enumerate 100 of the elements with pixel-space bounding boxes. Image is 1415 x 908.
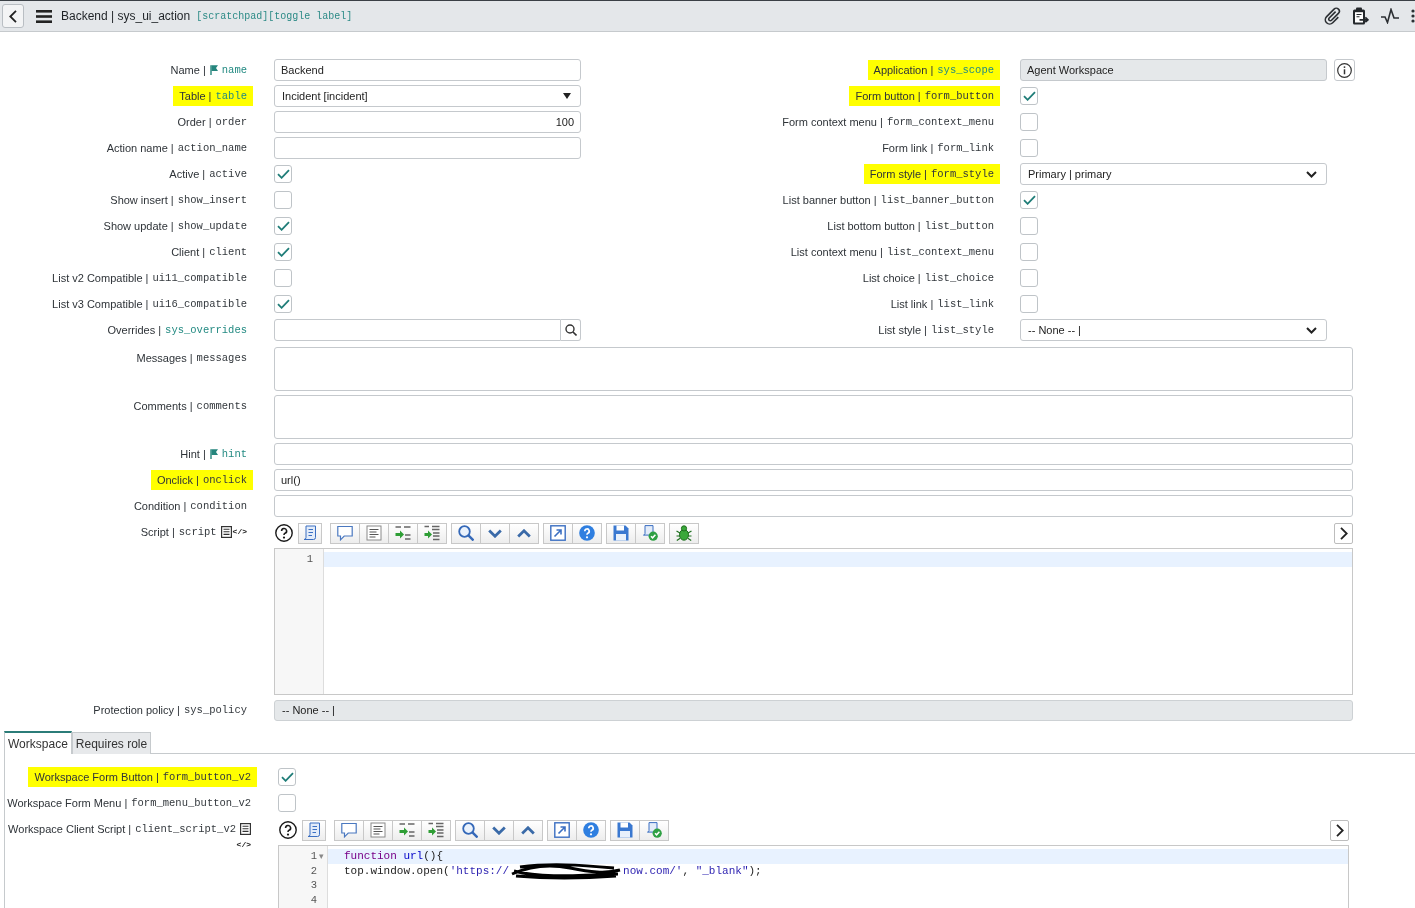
textarea-field[interactable]	[274, 395, 1353, 439]
replace-button[interactable]	[388, 522, 418, 544]
text-lines-button[interactable]	[359, 522, 389, 544]
back-button[interactable]	[2, 4, 24, 28]
help-icon[interactable]	[279, 821, 297, 839]
checkbox[interactable]	[1020, 113, 1038, 131]
search-button[interactable]	[561, 319, 581, 341]
info-button[interactable]	[1334, 59, 1355, 81]
menu-icon[interactable]	[36, 9, 52, 23]
replace-all-icon	[428, 822, 444, 838]
tab[interactable]: Workspace	[4, 731, 72, 754]
caret-icon	[563, 93, 571, 99]
format-button[interactable]	[298, 522, 322, 544]
dropdown-field[interactable]: Incident [incident]	[274, 85, 581, 107]
checkbox[interactable]	[1020, 191, 1038, 209]
dropdown-field[interactable]: Primary | primary	[1020, 163, 1327, 185]
field-label: Active |	[169, 167, 206, 182]
checkbox[interactable]	[1020, 217, 1038, 235]
tab[interactable]: Requires role	[71, 732, 152, 754]
search-button[interactable]	[451, 522, 481, 544]
reference-field[interactable]	[274, 319, 561, 341]
previous-match-button[interactable]	[509, 522, 539, 544]
checkbox[interactable]	[278, 794, 296, 812]
paperclip-icon[interactable]	[1323, 7, 1341, 25]
checkbox[interactable]	[1020, 243, 1038, 261]
field-name: list_link	[937, 297, 994, 312]
field-name: ui11_compatible	[152, 271, 247, 286]
document-icon[interactable]	[240, 823, 251, 835]
fullscreen-button[interactable]	[543, 522, 573, 544]
checkbox[interactable]	[1020, 87, 1038, 105]
replace-button[interactable]	[392, 819, 422, 841]
next-match-button[interactable]	[484, 819, 514, 841]
field-label: Name |	[170, 63, 206, 78]
field-label: Show update |	[103, 219, 174, 234]
checkbox[interactable]	[274, 191, 292, 209]
chevron-down-icon	[1306, 326, 1317, 334]
code-editor[interactable]: 1 ▾ 2 3 4 function url(){ top.window.open('https:// now.com/', "_blank");	[278, 845, 1349, 908]
help-button[interactable]	[572, 522, 602, 544]
pulse-icon[interactable]	[1380, 8, 1400, 24]
debug-button[interactable]	[669, 522, 699, 544]
header-link[interactable]: [toggle label]	[268, 10, 353, 22]
syntax-check-button[interactable]	[639, 819, 669, 841]
field-label: List v2 Compatible |	[52, 271, 149, 286]
field-label: Form button |	[855, 89, 921, 104]
checkbox[interactable]	[278, 768, 296, 786]
replace-all-button[interactable]	[421, 819, 451, 841]
expand-icon	[554, 822, 570, 838]
text-field[interactable]	[274, 443, 1353, 465]
field-label: Form link |	[882, 141, 934, 156]
code-toggle-link[interactable]: </>	[236, 837, 251, 853]
code-token: 'https://	[449, 863, 510, 878]
save-button[interactable]	[610, 819, 640, 841]
text-field[interactable]	[274, 495, 1353, 517]
next-match-button[interactable]	[480, 522, 510, 544]
number-field[interactable]: 100	[274, 111, 581, 133]
text-field[interactable]: url()	[274, 469, 1353, 491]
dropdown-field[interactable]: -- None -- |	[1020, 319, 1327, 341]
help-icon	[583, 822, 599, 838]
scroll-check-icon	[646, 822, 662, 838]
comment-button[interactable]	[330, 522, 360, 544]
field-name: client	[209, 245, 247, 260]
code-editor[interactable]: 1	[274, 548, 1353, 695]
clipboard-icon[interactable]	[1352, 7, 1369, 25]
help-icon	[579, 525, 595, 541]
fullscreen-button[interactable]	[547, 819, 577, 841]
toolbar-toggle-button[interactable]	[1334, 522, 1353, 544]
checkbox[interactable]	[1020, 139, 1038, 157]
checkbox[interactable]	[274, 243, 292, 261]
replace-all-button[interactable]	[417, 522, 447, 544]
checkbox[interactable]	[1020, 295, 1038, 313]
comment-button[interactable]	[334, 819, 364, 841]
text-field[interactable]	[274, 137, 581, 159]
save-button[interactable]	[606, 522, 636, 544]
format-button[interactable]	[302, 819, 326, 841]
checkbox[interactable]	[274, 165, 292, 183]
syntax-check-button[interactable]	[635, 522, 665, 544]
more-icon[interactable]	[1411, 8, 1415, 24]
previous-match-button[interactable]	[513, 819, 543, 841]
toolbar-toggle-button[interactable]	[1330, 819, 1349, 841]
text-field[interactable]: Backend	[274, 59, 581, 81]
readonly-field[interactable]: Agent Workspace	[1020, 59, 1327, 81]
checkbox[interactable]	[1020, 269, 1038, 287]
chevron-up-icon	[521, 825, 535, 835]
checkbox[interactable]	[274, 295, 292, 313]
field-label: List link |	[890, 297, 934, 312]
code-toggle-link[interactable]: </>	[232, 524, 247, 540]
field-label: Condition |	[133, 499, 187, 514]
text-lines-button[interactable]	[363, 819, 393, 841]
checkbox[interactable]	[274, 269, 292, 287]
search-button[interactable]	[455, 819, 485, 841]
help-button[interactable]	[576, 819, 606, 841]
field-name: ui16_compatible	[152, 297, 247, 312]
readonly-field[interactable]: -- None -- |	[274, 699, 1353, 721]
chevron-right-icon	[1339, 526, 1348, 540]
checkbox[interactable]	[274, 217, 292, 235]
header-link[interactable]: [scratchpad]	[196, 10, 269, 22]
textarea-field[interactable]	[274, 347, 1353, 391]
help-icon[interactable]	[275, 524, 293, 542]
field-name: list_banner_button	[880, 193, 994, 208]
document-icon[interactable]	[220, 526, 232, 538]
